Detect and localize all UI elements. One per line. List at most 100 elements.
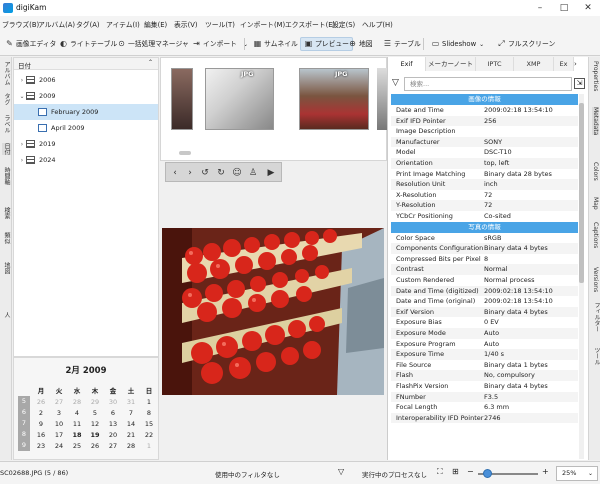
metadata-section-header[interactable]: 写真の情報: [391, 221, 578, 233]
fullscreen-button[interactable]: ⤢ フルスクリーン: [494, 37, 558, 51]
chevron-right-icon[interactable]: ›: [574, 60, 577, 68]
calendar-day[interactable]: 2: [32, 409, 50, 417]
tab-xmp[interactable]: XMP: [514, 57, 554, 71]
map-view-button[interactable]: ⊕ 地図: [345, 37, 376, 51]
rotate-right-icon[interactable]: ↻: [214, 166, 228, 180]
tab-metadata[interactable]: Metadata: [592, 107, 599, 136]
actual-size-icon[interactable]: ⊞: [452, 467, 459, 476]
calendar-day[interactable]: 13: [104, 420, 122, 428]
menu-import[interactable]: インポート(M): [240, 19, 285, 29]
calendar-day[interactable]: 9: [32, 420, 50, 428]
tab-similar[interactable]: 類似: [2, 232, 11, 244]
calendar-day[interactable]: 6: [104, 409, 122, 417]
menu-view[interactable]: 表示(V): [174, 19, 198, 29]
zoom-out-icon[interactable]: −: [467, 467, 474, 476]
previous-image-button[interactable]: ‹: [168, 166, 182, 180]
calendar-day[interactable]: 22: [140, 431, 158, 439]
metadata-row[interactable]: YCbCr Positioning Co-sited: [391, 211, 578, 222]
metadata-row[interactable]: Custom Rendered Normal process: [391, 275, 578, 286]
metadata-row[interactable]: Interoperability IFD Pointer 2746: [391, 412, 578, 424]
calendar-day[interactable]: 19: [86, 431, 104, 439]
metadata-row[interactable]: Manufacturer SONY: [391, 136, 578, 148]
metadata-section-header[interactable]: 画像の情報: [391, 94, 578, 105]
tab-map[interactable]: 地図: [2, 262, 11, 274]
expand-arrow-icon[interactable]: ⌄: [18, 89, 26, 105]
menu-tools[interactable]: ツール(T): [205, 19, 235, 29]
thumbnails-view-button[interactable]: ▦ サムネイル: [250, 37, 301, 51]
tab-colors[interactable]: Colors: [592, 162, 599, 181]
fit-window-icon[interactable]: ⛶: [437, 467, 443, 477]
tab-tools[interactable]: ツール: [592, 347, 600, 365]
tab-properties[interactable]: Properties: [592, 61, 599, 91]
expand-arrow-icon[interactable]: ›: [18, 73, 26, 89]
calendar-day[interactable]: 27: [104, 442, 122, 450]
metadata-row[interactable]: Exposure Time 1/40 s: [391, 349, 578, 360]
calendar-day[interactable]: 5: [86, 409, 104, 417]
calendar-day[interactable]: 8: [140, 409, 158, 417]
tab-captions[interactable]: Captions: [592, 222, 599, 248]
metadata-row[interactable]: Exposure Bias 0 EV: [391, 317, 578, 328]
image-preview[interactable]: [162, 228, 384, 395]
calendar-day[interactable]: 3: [50, 409, 68, 417]
tree-item[interactable]: › 2019: [14, 136, 158, 152]
metadata-row[interactable]: Contrast Normal: [391, 264, 578, 275]
close-button[interactable]: ✕: [576, 0, 600, 16]
calendar-day[interactable]: 10: [50, 420, 68, 428]
metadata-row[interactable]: Components Configuration Binary data 4 by…: [391, 243, 578, 254]
calendar-day[interactable]: 1: [140, 398, 158, 406]
metadata-search-input[interactable]: 検索...: [404, 77, 572, 91]
metadata-row[interactable]: Print Image Matching Binary data 28 bytes: [391, 169, 578, 180]
tab-search[interactable]: 検索: [2, 207, 11, 219]
rotate-left-icon[interactable]: ↺: [198, 166, 212, 180]
thumbnail[interactable]: [171, 68, 193, 130]
metadata-row[interactable]: Flash No, compulsory: [391, 370, 578, 381]
metadata-row[interactable]: X-Resolution 72: [391, 190, 578, 201]
tab-versions[interactable]: Versions: [592, 267, 599, 292]
menu-item[interactable]: アイテム(I): [106, 19, 140, 29]
calendar-day[interactable]: 21: [122, 431, 140, 439]
tab-filters[interactable]: フィルター: [592, 302, 600, 332]
menu-settings[interactable]: 設定(S): [332, 19, 355, 29]
tree-item[interactable]: › 2006: [14, 72, 158, 88]
calendar-day[interactable]: 4: [68, 409, 86, 417]
tab-people[interactable]: 人: [2, 312, 11, 318]
metadata-row[interactable]: Compressed Bits per Pixel 8: [391, 254, 578, 265]
metadata-scrollbar-thumb[interactable]: [579, 103, 584, 283]
tab-dates[interactable]: 日付: [2, 143, 11, 155]
tab-tags[interactable]: タグ: [2, 93, 11, 105]
calendar-day[interactable]: 7: [122, 409, 140, 417]
calendar-day[interactable]: 23: [32, 442, 50, 450]
tab-labels[interactable]: ラベル: [2, 115, 11, 133]
metadata-row[interactable]: Date and Time (digitized) 2009:02:18 13:5…: [391, 285, 578, 297]
filter-icon[interactable]: ▽: [338, 467, 344, 476]
tree-item[interactable]: February 2009: [14, 104, 158, 120]
play-icon[interactable]: ▶: [264, 166, 278, 180]
calendar-day[interactable]: 15: [140, 420, 158, 428]
tree-header[interactable]: 日付 ⌃: [14, 58, 158, 70]
calendar-day[interactable]: 12: [86, 420, 104, 428]
light-table-button[interactable]: ◐ ライトテーブル: [56, 37, 120, 51]
calendar-day[interactable]: 16: [32, 431, 50, 439]
tab-exiftool[interactable]: Ex: [554, 57, 574, 71]
metadata-row[interactable]: FlashPix Version Binary data 4 bytes: [391, 381, 578, 392]
face-tag-icon[interactable]: ☺: [230, 166, 244, 180]
menu-tag[interactable]: タグ(A): [76, 19, 100, 29]
calendar-day[interactable]: 20: [104, 431, 122, 439]
next-image-button[interactable]: ›: [183, 166, 197, 180]
metadata-row[interactable]: Orientation top, left: [391, 158, 578, 169]
metadata-row[interactable]: FNumber F3.5: [391, 391, 578, 403]
thumbnail-scrollbar[interactable]: [179, 151, 191, 155]
metadata-row[interactable]: Date and Time 2009:02:18 13:54:10: [391, 105, 578, 116]
metadata-row[interactable]: File Source Binary data 1 bytes: [391, 360, 578, 371]
save-metadata-icon[interactable]: ⇲: [574, 78, 585, 89]
metadata-row[interactable]: Date and Time (original) 2009:02:18 13:54…: [391, 296, 578, 307]
calendar-day[interactable]: 17: [50, 431, 68, 439]
import-button[interactable]: ⇥ インポート ⌄: [189, 37, 251, 51]
filter-icon[interactable]: ▽: [392, 78, 399, 88]
metadata-row[interactable]: Model DSC-T10: [391, 147, 578, 158]
zoom-select[interactable]: 25% ⌄: [556, 466, 598, 481]
tab-album[interactable]: アルバム: [2, 61, 11, 85]
metadata-row[interactable]: Exposure Mode Auto: [391, 328, 578, 339]
tab-exif[interactable]: Exif: [388, 57, 426, 71]
expand-arrow-icon[interactable]: ›: [18, 153, 26, 169]
